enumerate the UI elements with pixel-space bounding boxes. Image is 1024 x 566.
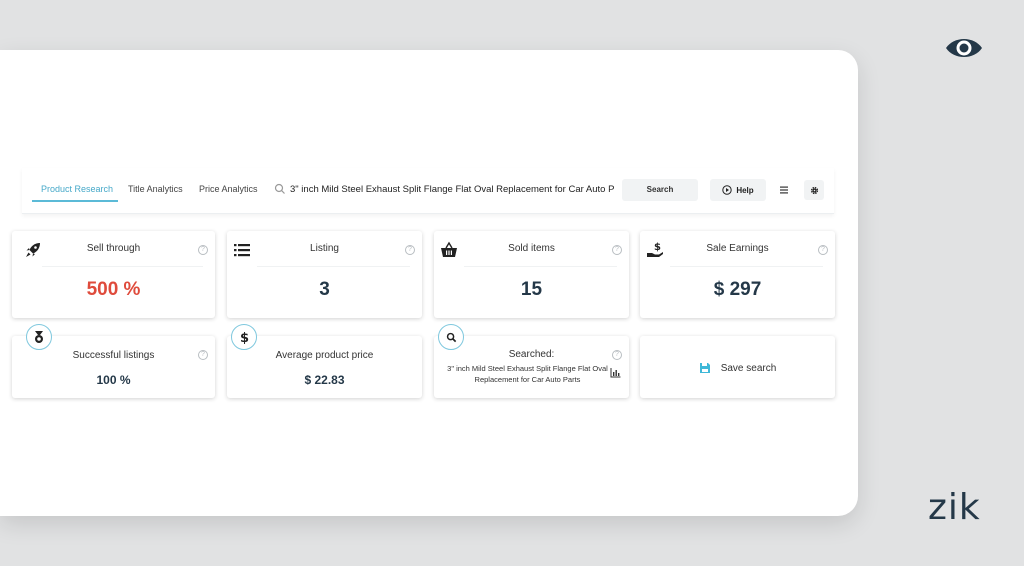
card-sold-items: Sold items ? 15 bbox=[434, 231, 629, 318]
save-search-label: Save search bbox=[720, 362, 777, 374]
help-button[interactable]: Help bbox=[710, 179, 766, 201]
card-average-price: $ Average product price $ 22.83 bbox=[227, 324, 422, 398]
toolbar: Product Research Title Analytics Price A… bbox=[22, 168, 834, 214]
card-title: Sell through bbox=[86, 243, 141, 254]
searched-query: 3" inch Mild Steel Exhaust Split Flange … bbox=[447, 364, 608, 384]
settings-button[interactable] bbox=[804, 180, 824, 200]
card-title: Searched: bbox=[508, 349, 555, 360]
card-title: Sale Earnings bbox=[706, 243, 769, 254]
menu-button[interactable] bbox=[774, 180, 794, 200]
medal-icon bbox=[26, 324, 52, 350]
average-price-value: $ 22.83 bbox=[304, 373, 345, 387]
help-tooltip-icon[interactable]: ? bbox=[405, 245, 415, 255]
help-tooltip-icon[interactable]: ? bbox=[198, 245, 208, 255]
divider bbox=[257, 266, 410, 267]
help-tooltip-icon[interactable]: ? bbox=[198, 350, 208, 360]
sell-through-value: 500 % bbox=[86, 279, 141, 300]
card-searched: Searched: ? 3" inch Mild Steel Exhaust S… bbox=[434, 324, 629, 398]
search-input[interactable]: 3" inch Mild Steel Exhaust Split Flange … bbox=[290, 184, 618, 195]
dollar-icon: $ bbox=[231, 324, 257, 350]
help-tooltip-icon[interactable]: ? bbox=[818, 245, 828, 255]
bar-chart-icon[interactable] bbox=[610, 368, 621, 378]
sale-earnings-value: $ 297 bbox=[713, 279, 762, 300]
search-icon bbox=[274, 183, 285, 194]
tab-title-analytics[interactable]: Title Analytics bbox=[128, 184, 183, 194]
tab-product-research[interactable]: Product Research bbox=[41, 184, 113, 194]
eye-logo-icon bbox=[946, 39, 982, 57]
divider bbox=[670, 266, 823, 267]
save-search-button[interactable]: Save search bbox=[640, 336, 835, 398]
help-tooltip-icon[interactable]: ? bbox=[612, 350, 622, 360]
zik-wordmark: zik bbox=[928, 487, 981, 528]
save-search-content: Save search bbox=[640, 362, 835, 374]
listing-value: 3 bbox=[319, 279, 330, 300]
successful-listings-value: 100 % bbox=[96, 373, 131, 387]
card-sale-earnings: $ Sale Earnings ? $ 297 bbox=[640, 231, 835, 318]
divider bbox=[464, 266, 617, 267]
card-title: Listing bbox=[310, 243, 339, 254]
card-title: Sold items bbox=[508, 243, 555, 254]
gear-icon bbox=[810, 186, 818, 194]
app-panel: Product Research Title Analytics Price A… bbox=[0, 50, 858, 516]
sold-items-value: 15 bbox=[520, 279, 543, 300]
tab-price-analytics[interactable]: Price Analytics bbox=[199, 184, 258, 194]
card-title: Average product price bbox=[275, 350, 374, 361]
help-tooltip-icon[interactable]: ? bbox=[612, 245, 622, 255]
search-icon bbox=[438, 324, 464, 350]
menu-icon bbox=[780, 186, 788, 194]
card-successful-listings: Successful listings ? 100 % bbox=[12, 324, 215, 398]
divider bbox=[42, 266, 203, 267]
search-button[interactable]: Search bbox=[622, 179, 698, 201]
card-sell-through: Sell through ? 500 % bbox=[12, 231, 215, 318]
help-label: Help bbox=[736, 185, 754, 195]
active-tab-indicator bbox=[32, 200, 118, 202]
card-listing: Listing ? 3 bbox=[227, 231, 422, 318]
play-circle-icon bbox=[722, 185, 733, 195]
save-icon bbox=[699, 363, 710, 373]
card-title: Successful listings bbox=[72, 350, 155, 361]
svg-text:$: $ bbox=[240, 331, 249, 344]
